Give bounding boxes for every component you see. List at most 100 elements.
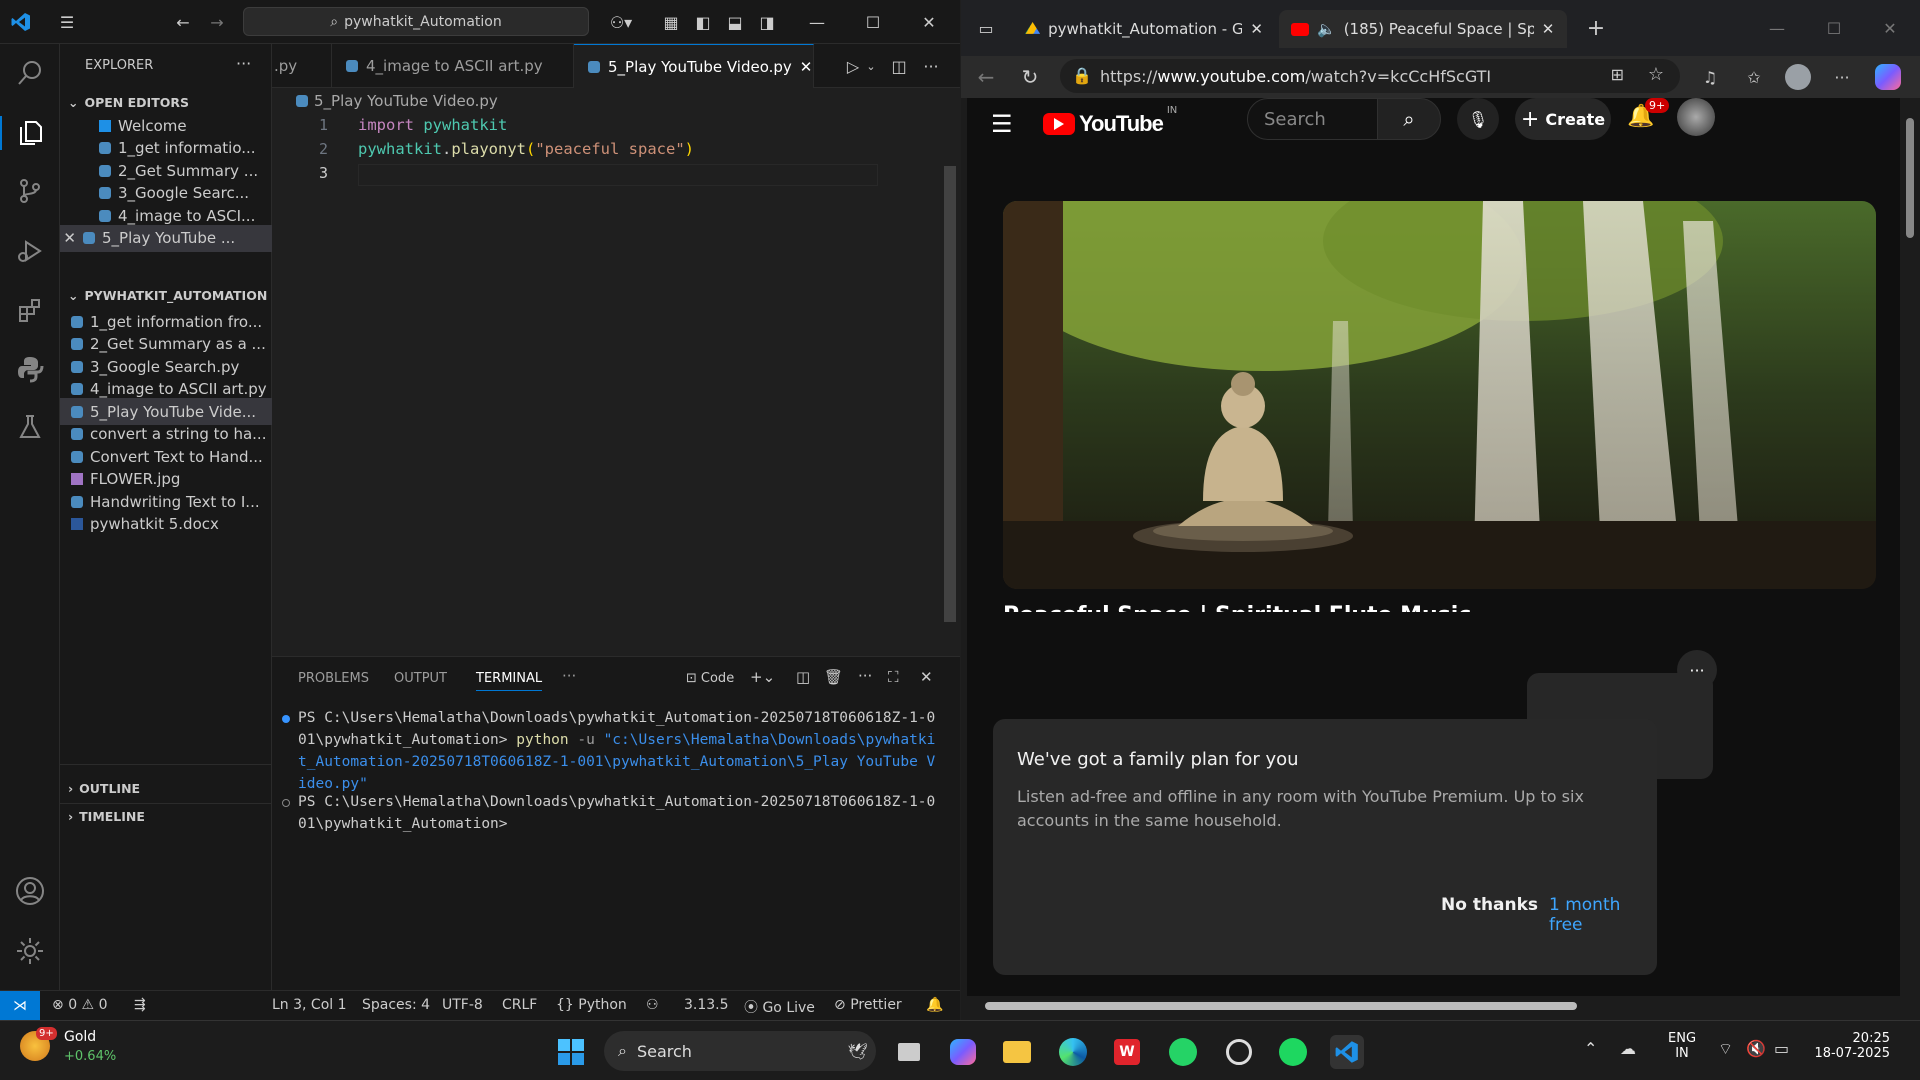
favorites-icon[interactable]: ✩: [1743, 66, 1765, 88]
video-player[interactable]: [1003, 201, 1876, 589]
explorer-search-icon[interactable]: [13, 56, 47, 90]
encoding[interactable]: UTF-8: [442, 997, 483, 1013]
youtube-search-button[interactable]: ⌕: [1377, 98, 1441, 140]
tab-actions-icon[interactable]: ▭: [975, 17, 997, 39]
chevron-up-icon[interactable]: ⌃: [1584, 1039, 1597, 1058]
panel-more-icon[interactable]: ···: [562, 667, 576, 685]
cursor-position[interactable]: Ln 3, Col 1: [272, 997, 347, 1013]
create-button[interactable]: + Create: [1515, 98, 1611, 140]
files-icon[interactable]: [0, 116, 60, 150]
favorite-star-icon[interactable]: ☆: [1648, 64, 1664, 85]
remote-icon[interactable]: ⋊: [0, 991, 40, 1021]
breadcrumb[interactable]: 5_Play YouTube Video.py: [296, 92, 498, 110]
browser-menu-icon[interactable]: ···: [1831, 66, 1853, 88]
clock[interactable]: 20:25 18-07-2025: [1812, 1031, 1890, 1061]
toggle-secondary-sidebar-icon[interactable]: ◨: [756, 11, 778, 33]
file-explorer-icon[interactable]: [1000, 1035, 1034, 1069]
youtube-logo[interactable]: YouTube IN: [1043, 105, 1177, 137]
profile-avatar[interactable]: [1785, 64, 1811, 90]
copilot-app-icon[interactable]: [946, 1035, 980, 1069]
vscode-taskbar-icon[interactable]: [1330, 1035, 1364, 1069]
prettier[interactable]: ⊘ Prettier: [834, 997, 902, 1013]
code-line-1[interactable]: import pywhatkit: [358, 116, 507, 134]
volume-muted-icon[interactable]: 🔇: [1746, 1039, 1766, 1058]
spotify-icon[interactable]: [1276, 1035, 1310, 1069]
maximize-panel-icon[interactable]: ⛶: [888, 668, 899, 686]
onedrive-cloud-icon[interactable]: ☁: [1620, 1039, 1636, 1058]
code-line-2[interactable]: pywhatkit.playonyt("peaceful space"): [358, 140, 694, 158]
no-thanks-button[interactable]: No thanks: [1441, 895, 1538, 915]
wifi-icon[interactable]: ⌔: [1718, 1039, 1733, 1059]
taskbar-search[interactable]: ⌕ Search 🕊: [604, 1031, 876, 1071]
copilot-status-icon[interactable]: ⚇: [646, 997, 659, 1013]
notifications-bell-icon[interactable]: 🔔: [926, 997, 943, 1013]
whatsapp-icon[interactable]: [1166, 1035, 1200, 1069]
close-panel-icon[interactable]: ✕: [920, 668, 933, 686]
settings-gear-icon[interactable]: [13, 934, 47, 968]
battery-icon[interactable]: ▭: [1774, 1039, 1789, 1058]
back-icon[interactable]: ←: [172, 11, 194, 33]
close-icon[interactable]: ✕: [918, 11, 940, 33]
toggle-panel-icon[interactable]: ⬓: [724, 11, 746, 33]
copilot-icon[interactable]: [1875, 64, 1901, 90]
tab-image-ascii[interactable]: 4_image to ASCII art.py: [332, 44, 574, 88]
python-version[interactable]: 3.13.5: [684, 997, 729, 1013]
testing-icon[interactable]: [13, 410, 47, 444]
terminal-output-1[interactable]: PS C:\Users\Hemalatha\Downloads\pywhatki…: [298, 707, 938, 795]
line-ending[interactable]: CRLF: [502, 997, 537, 1013]
file-item[interactable]: pywhatkit 5.docx: [60, 511, 272, 538]
start-windows-icon[interactable]: [554, 1035, 588, 1069]
source-control-icon[interactable]: [13, 174, 47, 208]
tab-problems[interactable]: PROBLEMS: [298, 671, 369, 686]
extensions-icon[interactable]: [13, 294, 47, 328]
url-field[interactable]: 🔒 https://www.youtube.com/watch?v=kcCcHf…: [1060, 59, 1680, 93]
tab-output[interactable]: OUTPUT: [394, 671, 447, 686]
outline-section[interactable]: › OUTLINE: [60, 775, 272, 801]
run-debug-icon[interactable]: [13, 234, 47, 268]
split-terminal-icon[interactable]: ◫: [796, 668, 810, 686]
minimize-icon[interactable]: —: [1766, 17, 1788, 39]
page-scrollbar[interactable]: [1900, 98, 1920, 996]
new-tab-icon[interactable]: +: [1585, 16, 1607, 41]
terminal-output-2[interactable]: PS C:\Users\Hemalatha\Downloads\pywhatki…: [298, 791, 938, 835]
problems-indicator[interactable]: ⊗ 0 ⚠ 0: [52, 997, 107, 1013]
current-line[interactable]: [358, 164, 878, 186]
terminal-profile[interactable]: ⊡ Code: [686, 671, 734, 686]
refresh-icon[interactable]: ↻: [1019, 65, 1041, 89]
close-tab-icon[interactable]: ✕: [800, 58, 813, 76]
language-indicator[interactable]: ENG IN: [1668, 1031, 1696, 1061]
ports-icon[interactable]: ⇶: [134, 997, 146, 1013]
close-tab-icon[interactable]: ✕: [1250, 20, 1263, 38]
editor-more-icon[interactable]: ···: [920, 55, 942, 77]
one-month-free-button[interactable]: 1 month free: [1549, 895, 1657, 935]
python-icon[interactable]: [13, 352, 47, 386]
tab-terminal[interactable]: TERMINAL: [476, 671, 543, 691]
close-editor-icon[interactable]: ✕: [60, 229, 76, 247]
horizontal-scrollbar[interactable]: [967, 996, 1900, 1014]
close-icon[interactable]: ✕: [1879, 17, 1901, 39]
split-editor-icon[interactable]: ◫: [888, 55, 910, 77]
copilot-icon[interactable]: ⚇▾: [604, 11, 638, 33]
browser-tab-drive[interactable]: pywhatkit_Automation - Google D ✕: [1013, 10, 1275, 48]
close-tab-icon[interactable]: ✕: [1542, 20, 1555, 38]
browser-tab-youtube[interactable]: 🔈 (185) Peaceful Space | Spiritu ✕: [1279, 10, 1567, 48]
folder-header[interactable]: ⌄ PYWHATKIT_AUTOMATION: [60, 282, 272, 308]
channel-avatar[interactable]: [1677, 98, 1715, 136]
new-terminal-icon[interactable]: +⌄: [750, 668, 775, 686]
explorer-more-icon[interactable]: ···: [236, 54, 251, 73]
indentation[interactable]: Spaces: 4: [362, 997, 430, 1013]
copilot-pen-icon[interactable]: [1222, 1035, 1256, 1069]
layout-icon[interactable]: ▦: [660, 11, 682, 33]
maximize-icon[interactable]: ☐: [862, 11, 884, 33]
edge-icon[interactable]: [1056, 1035, 1090, 1069]
account-icon[interactable]: [13, 874, 47, 908]
language-mode[interactable]: {} Python: [556, 997, 627, 1013]
widget-title[interactable]: Gold: [64, 1029, 96, 1045]
tab-partial[interactable]: .py: [272, 44, 332, 88]
maximize-icon[interactable]: ☐: [1823, 17, 1845, 39]
voice-search-icon[interactable]: 🎙: [1457, 98, 1499, 140]
command-center[interactable]: ⌕ pywhatkit_Automation: [243, 7, 589, 36]
tab-play-youtube[interactable]: 5_Play YouTube Video.py ✕: [574, 44, 814, 88]
open-editor-item[interactable]: ✕ 5_Play YouTube ...: [60, 224, 272, 252]
app-available-icon[interactable]: ⊞: [1611, 65, 1624, 84]
